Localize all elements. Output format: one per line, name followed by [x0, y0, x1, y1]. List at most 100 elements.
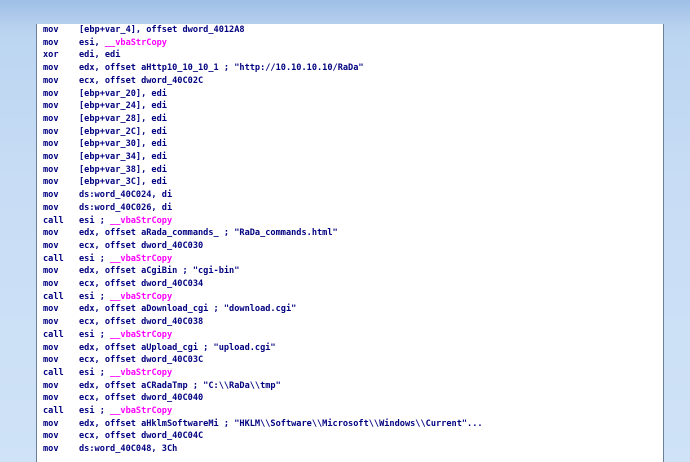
operand-text: ecx, offset dword_40C038 — [79, 317, 204, 328]
code-line[interactable]: mov [ebp+var_4], offset dword_4012A8 — [37, 24, 657, 36]
code-line[interactable]: call esi ; __vbaStrCopy — [37, 405, 657, 417]
operand-text: ds:word_40C024, di — [79, 190, 173, 201]
function-reference[interactable]: __vbaStrCopy — [110, 292, 172, 302]
instruction-operands: ecx, offset dword_40C040 — [79, 392, 203, 404]
instruction-operands: [ebp+var_38], edi — [79, 164, 167, 176]
code-line[interactable]: mov ds:word_40C048, 3Ch — [37, 443, 657, 455]
instruction-mnemonic: mov — [43, 25, 59, 35]
function-reference[interactable]: __vbaStrCopy — [110, 216, 172, 226]
code-line[interactable]: mov ecx, offset dword_40C040 — [37, 392, 657, 404]
instruction-mnemonic: mov — [43, 380, 59, 391]
operand-text: ecx, offset dword_40C034 — [79, 279, 204, 289]
instruction-operands: [ebp+var_24], edi — [79, 100, 167, 112]
code-line[interactable]: mov [ebp+var_30], edi — [37, 138, 657, 150]
instruction-operands: ds:word_40C024, di — [79, 189, 172, 201]
code-line[interactable]: mov ds:word_40C026, di — [37, 202, 657, 214]
code-line[interactable]: mov edx, offset aRada_commands_ ; "RaDa_c… — [37, 227, 657, 239]
instruction-mnemonic: mov — [43, 63, 59, 74]
code-line[interactable]: mov edx, offset aHttp10_10_10_1 ; "http:/… — [37, 62, 657, 74]
code-line[interactable]: call esi ; __vbaStrCopy — [37, 253, 657, 265]
operand-text: ds:word_40C026, di — [79, 202, 173, 213]
code-line[interactable]: mov edx, offset aHklmSoftwareMi ; "HKLM\\… — [37, 418, 657, 430]
code-line[interactable]: mov edx, offset aCRadaTmp ; "C:\\RaDa\\tm… — [37, 380, 657, 392]
code-line[interactable]: mov ecx, offset dword_40C038 — [37, 316, 657, 328]
code-line[interactable]: xor edi, edi — [37, 49, 657, 61]
instruction-operands: [ebp+var_28], edi — [79, 113, 167, 125]
instruction-operands: edx, offset aCgiBin ; "cgi-bin" — [79, 265, 239, 277]
function-reference[interactable]: __vbaStrCopy — [110, 368, 172, 378]
code-line[interactable]: mov [ebp+var_3C], edi — [37, 176, 657, 188]
operand-text: edx, offset aDownload_cgi ; "download.cg… — [79, 304, 297, 315]
instruction-operands: esi ; __vbaStrCopy — [79, 215, 172, 227]
operand-text: esi ; — [79, 253, 111, 264]
code-line[interactable]: mov [ebp+var_28], edi — [37, 113, 657, 125]
function-reference[interactable]: __vbaStrCopy — [110, 254, 172, 264]
instruction-mnemonic: mov — [43, 37, 59, 48]
instruction-mnemonic: mov — [43, 317, 59, 328]
operand-text: esi ; — [79, 406, 111, 416]
operand-text: [ebp+var_24], edi — [79, 101, 167, 112]
operand-text: esi ; — [79, 291, 111, 302]
instruction-operands: esi ; __vbaStrCopy — [79, 405, 172, 417]
code-line[interactable]: mov esi, __vbaStrCopy — [37, 37, 657, 49]
code-line[interactable]: mov ecx, offset dword_40C03C — [37, 354, 657, 366]
code-line[interactable]: call esi ; __vbaStrCopy — [37, 215, 657, 227]
code-line[interactable]: mov [ebp+var_2C], edi — [37, 126, 657, 138]
code-line[interactable]: mov [ebp+var_38], edi — [37, 164, 657, 176]
desktop-header-band — [0, 0, 690, 24]
instruction-mnemonic: mov — [43, 164, 59, 175]
instruction-operands: esi ; __vbaStrCopy — [79, 291, 172, 303]
instruction-operands: esi ; __vbaStrCopy — [79, 253, 172, 265]
operand-text: [ebp+var_3C], edi — [79, 177, 167, 188]
instruction-mnemonic: mov — [43, 418, 59, 429]
instruction-mnemonic: call — [43, 367, 64, 378]
instruction-operands: ecx, offset dword_40C034 — [79, 278, 203, 290]
instruction-mnemonic: xor — [43, 50, 59, 61]
function-reference[interactable]: __vbaStrCopy — [110, 406, 172, 416]
instruction-mnemonic: mov — [43, 152, 59, 162]
instruction-mnemonic: mov — [43, 444, 59, 455]
code-line[interactable]: mov edx, offset aUpload_cgi ; "upload.cgi… — [37, 342, 657, 354]
instruction-operands: [ebp+var_4], offset dword_4012A8 — [79, 24, 245, 36]
operand-text: [ebp+var_38], edi — [79, 164, 167, 175]
code-line[interactable]: mov ds:word_40C024, di — [37, 189, 657, 201]
instruction-operands: esi, __vbaStrCopy — [79, 37, 167, 49]
instruction-mnemonic: mov — [43, 342, 59, 353]
instruction-mnemonic: mov — [43, 101, 59, 112]
operand-text: edx, offset aCgiBin ; "cgi-bin" — [79, 266, 240, 277]
operand-text: [ebp+var_20], edi — [79, 88, 167, 99]
instruction-mnemonic: mov — [43, 355, 59, 366]
instruction-operands: ecx, offset dword_40C030 — [79, 240, 203, 252]
code-line[interactable]: mov edx, offset aCgiBin ; "cgi-bin" — [37, 265, 657, 277]
code-line[interactable]: call esi ; __vbaStrCopy — [37, 291, 657, 303]
code-line[interactable]: mov [ebp+var_20], edi — [37, 88, 657, 100]
function-reference[interactable]: __vbaStrCopy — [105, 38, 167, 48]
operand-text: edi, edi — [79, 50, 121, 61]
code-line[interactable]: mov edx, offset aDownload_cgi ; "download… — [37, 303, 657, 315]
code-line[interactable]: call esi ; __vbaStrCopy — [37, 367, 657, 379]
code-line[interactable]: mov ecx, offset dword_40C02C — [37, 75, 657, 87]
disassembly-listing[interactable]: mov [ebp+var_4], offset dword_4012A8 mov es… — [36, 24, 664, 462]
instruction-mnemonic: mov — [43, 202, 59, 213]
instruction-operands: edx, offset aUpload_cgi ; "upload.cgi" — [79, 342, 276, 354]
code-line[interactable]: mov ecx, offset dword_40C034 — [37, 278, 657, 290]
operand-text: edx, offset aRada_commands_ ; "RaDa_comm… — [79, 228, 338, 239]
operand-text: esi ; — [79, 367, 111, 378]
operand-text: ecx, offset dword_40C030 — [79, 240, 204, 251]
instruction-mnemonic: mov — [43, 177, 59, 188]
instruction-mnemonic: call — [43, 215, 64, 226]
code-line[interactable]: mov ecx, offset dword_40C030 — [37, 240, 657, 252]
code-line[interactable]: mov ecx, offset dword_40C04C — [37, 430, 657, 442]
operand-text: ecx, offset dword_40C04C — [79, 431, 204, 442]
code-line[interactable]: mov [ebp+var_34], edi — [37, 151, 657, 163]
code-line[interactable]: call esi ; __vbaStrCopy — [37, 329, 657, 341]
instruction-operands: [ebp+var_34], edi — [79, 151, 167, 163]
instruction-mnemonic: mov — [43, 190, 59, 201]
function-reference[interactable]: __vbaStrCopy — [110, 330, 172, 340]
instruction-mnemonic: mov — [43, 431, 59, 442]
instruction-operands: edx, offset aHklmSoftwareMi ; "HKLM\\Sof… — [79, 418, 483, 430]
instruction-operands: [ebp+var_20], edi — [79, 88, 167, 100]
code-line[interactable]: mov [ebp+var_24], edi — [37, 100, 657, 112]
instruction-operands: esi ; __vbaStrCopy — [79, 367, 172, 379]
instruction-operands: [ebp+var_30], edi — [79, 138, 167, 150]
